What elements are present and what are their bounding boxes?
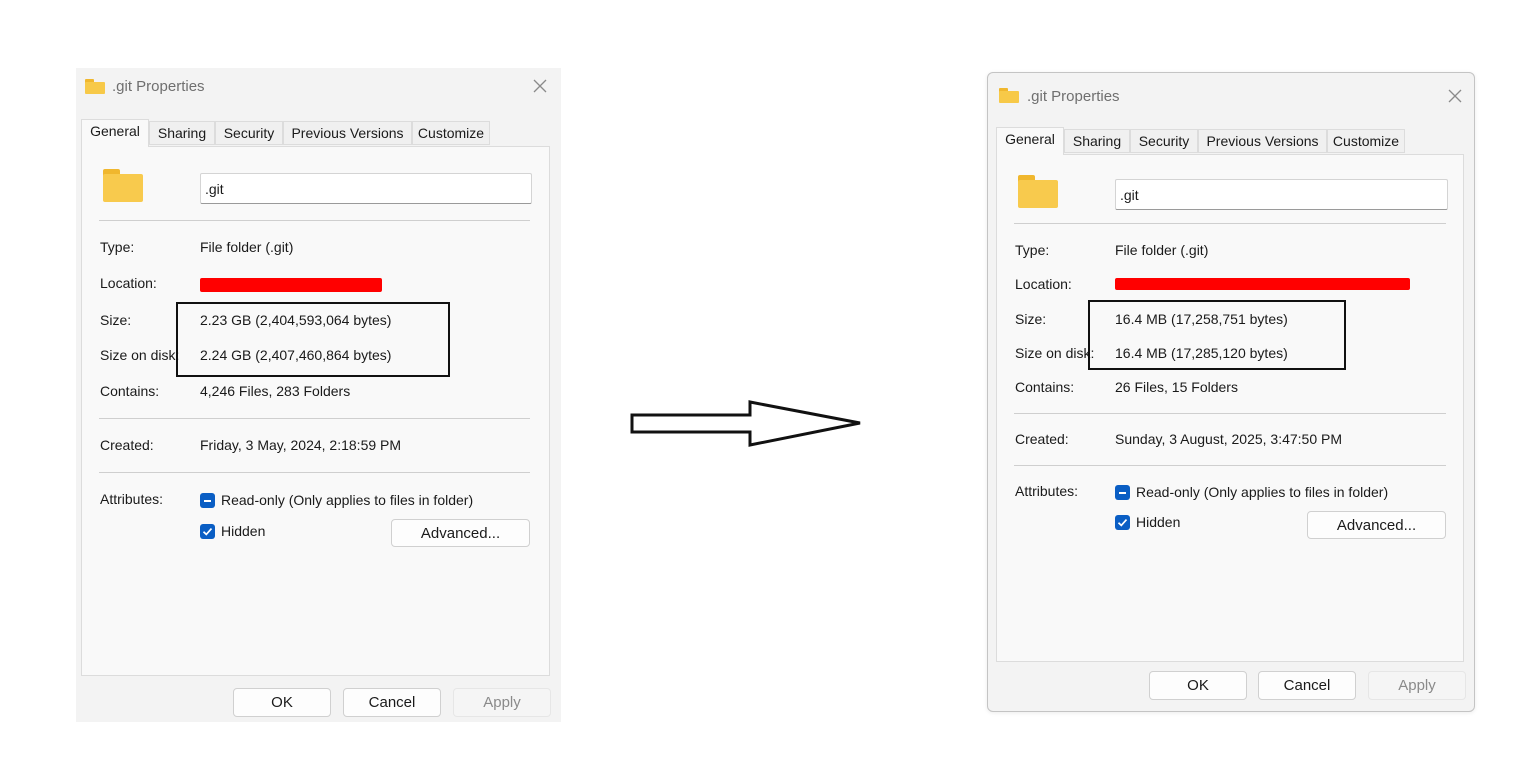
created-value: Friday, 3 May, 2024, 2:18:59 PM — [200, 437, 402, 453]
folder-icon — [999, 88, 1019, 103]
window-title: .git Properties — [112, 78, 205, 95]
tab-general[interactable]: General — [996, 127, 1064, 155]
properties-dialog-before: .git Properties General Sharing Security… — [76, 68, 561, 722]
folder-name-input[interactable] — [200, 173, 532, 204]
readonly-label[interactable]: Read-only (Only applies to files in fold… — [221, 492, 473, 508]
created-value: Sunday, 3 August, 2025, 3:47:50 PM — [1115, 431, 1343, 447]
attributes-label: Attributes: — [1015, 483, 1079, 499]
divider — [99, 418, 530, 419]
ok-button[interactable]: OK — [1149, 671, 1247, 700]
tab-customize[interactable]: Customize — [412, 121, 490, 145]
divider — [1014, 413, 1446, 414]
tab-sharing[interactable]: Sharing — [1064, 129, 1130, 153]
contains-value: 26 Files, 15 Folders — [1115, 379, 1238, 395]
divider — [99, 220, 530, 221]
type-label: Type: — [100, 239, 135, 255]
window-title: .git Properties — [1027, 88, 1120, 105]
tab-sharing[interactable]: Sharing — [149, 121, 215, 145]
cancel-button[interactable]: Cancel — [1258, 671, 1356, 700]
ok-button[interactable]: OK — [233, 688, 331, 717]
readonly-checkbox[interactable] — [1115, 485, 1130, 500]
type-label: Type: — [1015, 242, 1050, 258]
checkbox-checked-icon — [1117, 519, 1128, 527]
divider — [1014, 465, 1446, 466]
close-icon — [533, 79, 547, 93]
contains-value: 4,246 Files, 283 Folders — [200, 383, 351, 399]
location-redacted — [200, 278, 382, 292]
tab-previous-versions[interactable]: Previous Versions — [1198, 129, 1327, 153]
checkbox-indeterminate-icon — [1119, 492, 1126, 494]
location-label: Location: — [1015, 276, 1072, 292]
location-label: Location: — [100, 275, 157, 291]
apply-button[interactable]: Apply — [1368, 671, 1466, 700]
hidden-checkbox[interactable] — [200, 524, 215, 539]
close-button[interactable] — [1442, 83, 1468, 109]
general-panel: Type: File folder (.git) Location: Size:… — [996, 154, 1464, 662]
divider — [1014, 223, 1446, 224]
checkbox-checked-icon — [202, 528, 213, 536]
advanced-button[interactable]: Advanced... — [391, 519, 530, 547]
readonly-label[interactable]: Read-only (Only applies to files in fold… — [1136, 484, 1388, 500]
hidden-label[interactable]: Hidden — [1136, 514, 1180, 530]
folder-icon — [1018, 175, 1058, 209]
created-label: Created: — [100, 437, 154, 453]
checkbox-indeterminate-icon — [204, 500, 211, 502]
tab-general[interactable]: General — [81, 119, 149, 147]
tab-previous-versions[interactable]: Previous Versions — [283, 121, 412, 145]
right-arrow-icon — [630, 400, 861, 447]
properties-dialog-after: .git Properties General Sharing Security… — [987, 72, 1475, 712]
hidden-checkbox[interactable] — [1115, 515, 1130, 530]
advanced-button[interactable]: Advanced... — [1307, 511, 1446, 539]
hidden-label[interactable]: Hidden — [221, 523, 265, 539]
size-highlight-box — [176, 302, 450, 377]
created-label: Created: — [1015, 431, 1069, 447]
size-on-disk-label: Size on disk: — [100, 347, 180, 363]
title-bar: .git Properties — [988, 73, 1474, 113]
divider — [99, 472, 530, 473]
size-on-disk-label: Size on disk: — [1015, 345, 1095, 361]
type-value: File folder (.git) — [200, 239, 294, 255]
readonly-checkbox[interactable] — [200, 493, 215, 508]
folder-icon — [85, 79, 105, 94]
general-panel: Type: File folder (.git) Location: Size:… — [81, 146, 550, 676]
location-redacted — [1115, 278, 1410, 290]
contains-label: Contains: — [100, 383, 160, 399]
attributes-label: Attributes: — [100, 491, 164, 507]
title-bar: .git Properties — [76, 68, 561, 108]
cancel-button[interactable]: Cancel — [343, 688, 441, 717]
size-label: Size: — [100, 312, 132, 328]
tab-customize[interactable]: Customize — [1327, 129, 1405, 153]
close-button[interactable] — [527, 73, 553, 99]
type-value: File folder (.git) — [1115, 242, 1209, 258]
size-label: Size: — [1015, 311, 1047, 327]
folder-icon — [103, 169, 143, 203]
contains-label: Contains: — [1015, 379, 1075, 395]
size-highlight-box — [1088, 300, 1346, 370]
tab-security[interactable]: Security — [1130, 129, 1198, 153]
folder-name-input[interactable] — [1115, 179, 1448, 210]
apply-button[interactable]: Apply — [453, 688, 551, 717]
close-icon — [1448, 89, 1462, 103]
tab-security[interactable]: Security — [215, 121, 283, 145]
